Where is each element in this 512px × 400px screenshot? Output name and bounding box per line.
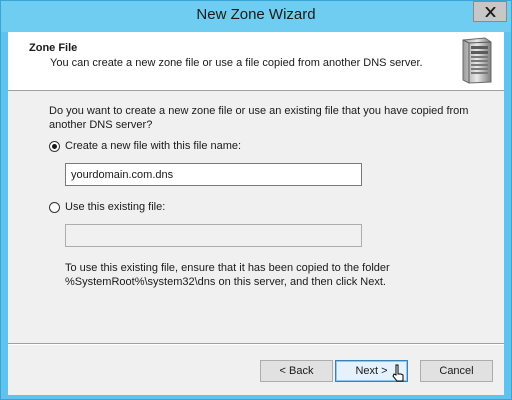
back-button[interactable]: < Back [260,360,333,382]
window-title: New Zone Wizard [196,6,316,23]
note-line-1: To use this existing file, ensure that i… [65,262,390,274]
wizard-header: Zone File You can create a new zone file… [8,32,504,91]
new-file-name-input[interactable] [65,163,362,186]
page-title: Zone File [29,42,78,54]
wizard-window: New Zone Wizard Zone File You can create… [0,0,512,400]
note-line-2: %SystemRoot%\system32\dns on this server… [65,276,386,288]
existing-file-input[interactable] [65,224,362,247]
page-subtitle: You can create a new zone file or use a … [50,57,423,69]
use-existing-file-option[interactable]: Use this existing file: [49,201,209,217]
wizard-client-area: Zone File You can create a new zone file… [8,32,504,395]
use-existing-file-label: Use this existing file: [65,201,166,213]
close-icon [485,7,496,17]
use-existing-file-radio[interactable] [49,202,60,213]
create-new-file-option[interactable]: Create a new file with this file name: [49,140,279,156]
create-new-file-radio[interactable] [49,141,60,152]
cancel-button[interactable]: Cancel [420,360,493,382]
close-button[interactable] [473,1,507,22]
question-text: Do you want to create a new zone file or… [49,105,469,131]
title-bar[interactable]: New Zone Wizard [1,1,511,32]
existing-file-note: To use this existing file, ensure that i… [65,261,445,289]
create-new-file-label: Create a new file with this file name: [65,140,242,152]
mouse-cursor-icon [392,364,404,382]
footer-divider [8,343,504,345]
server-icon [462,37,492,84]
